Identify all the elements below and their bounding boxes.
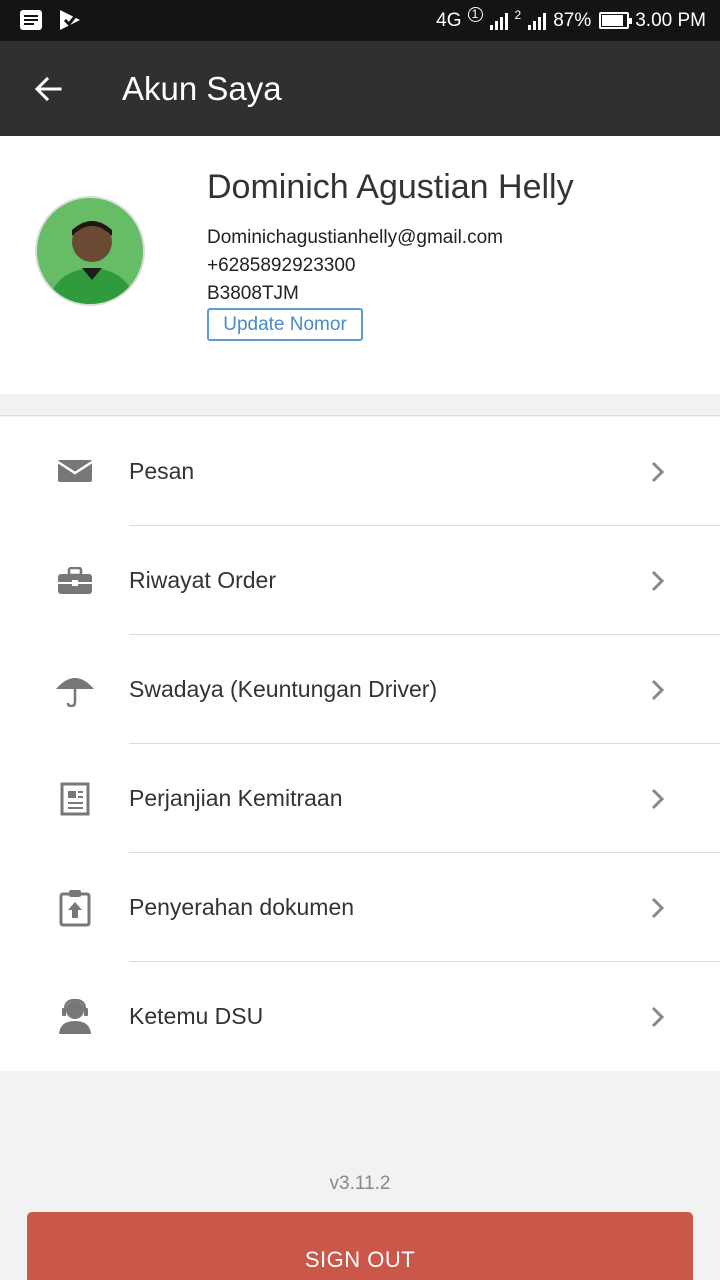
- notification-icon: [20, 10, 42, 30]
- chevron-right-icon: [651, 788, 665, 810]
- clipboard-upload-icon: [52, 889, 98, 927]
- network-type: 4G: [436, 9, 462, 31]
- menu-item-swadaya[interactable]: Swadaya (Keuntungan Driver): [0, 635, 720, 744]
- profile-card: Dominich Agustian Helly Dominichagustian…: [0, 136, 720, 394]
- menu-item-label: Riwayat Order: [129, 567, 276, 593]
- sim1-label: 1: [467, 7, 483, 22]
- battery-icon: [599, 12, 633, 29]
- avatar-photo: [37, 198, 143, 304]
- battery-fill: [602, 15, 624, 26]
- app-version: v3.11.2: [329, 1173, 391, 1194]
- menu-item-ketemu-dsu[interactable]: Ketemu DSU: [0, 962, 720, 1071]
- document-icon: [52, 780, 98, 818]
- status-right: 4G 1 2 87% 3.00 PM: [436, 0, 706, 41]
- menu-item-label: Ketemu DSU: [129, 1003, 264, 1029]
- chevron-right-icon: [651, 679, 665, 701]
- chevron-right-icon: [651, 461, 665, 483]
- profile-email: Dominichagustianhelly@gmail.com: [207, 227, 503, 248]
- status-left-icons: [18, 8, 82, 32]
- app-bar: Akun Saya: [0, 41, 720, 136]
- menu-item-label: Penyerahan dokumen: [129, 894, 355, 920]
- sign-out-button[interactable]: SIGN OUT: [27, 1212, 693, 1280]
- chevron-right-icon: [651, 1006, 665, 1028]
- account-menu: Pesan Riwayat Order Swadaya (Keuntungan …: [0, 417, 720, 1071]
- profile-phone: +6285892923300: [207, 255, 356, 276]
- arrow-left-icon: [34, 76, 62, 102]
- menu-item-label: Swadaya (Keuntungan Driver): [129, 676, 438, 702]
- signal-icon: [489, 12, 508, 30]
- menu-item-riwayat-order[interactable]: Riwayat Order: [0, 526, 720, 635]
- chevron-right-icon: [651, 570, 665, 592]
- briefcase-icon: [52, 562, 98, 600]
- menu-item-penyerahan-dokumen[interactable]: Penyerahan dokumen: [0, 853, 720, 962]
- menu-item-pesan[interactable]: Pesan: [0, 417, 720, 526]
- menu-item-perjanjian-kemitraan[interactable]: Perjanjian Kemitraan: [0, 744, 720, 853]
- sim2-label: 2: [514, 7, 522, 22]
- avatar[interactable]: [35, 196, 145, 306]
- update-number-button[interactable]: Update Nomor: [207, 308, 363, 341]
- menu-item-label: Pesan: [129, 458, 195, 484]
- profile-name: Dominich Agustian Helly: [207, 168, 574, 206]
- mail-icon: [52, 453, 98, 491]
- clock: 3.00 PM: [635, 9, 706, 31]
- battery-percent: 87%: [553, 9, 592, 31]
- profile-plate: B3808TJM: [207, 283, 299, 304]
- section-separator: [0, 394, 720, 416]
- page-title: Akun Saya: [122, 70, 282, 107]
- chevron-right-icon: [651, 897, 665, 919]
- status-bar: 4G 1 2 87% 3.00 PM: [0, 0, 720, 41]
- signal-icon-2: [528, 12, 547, 30]
- headset-user-icon: [52, 998, 98, 1036]
- menu-item-label: Perjanjian Kemitraan: [129, 785, 343, 811]
- play-store-icon: [60, 10, 80, 30]
- umbrella-icon: [52, 671, 98, 709]
- back-button[interactable]: [24, 65, 72, 113]
